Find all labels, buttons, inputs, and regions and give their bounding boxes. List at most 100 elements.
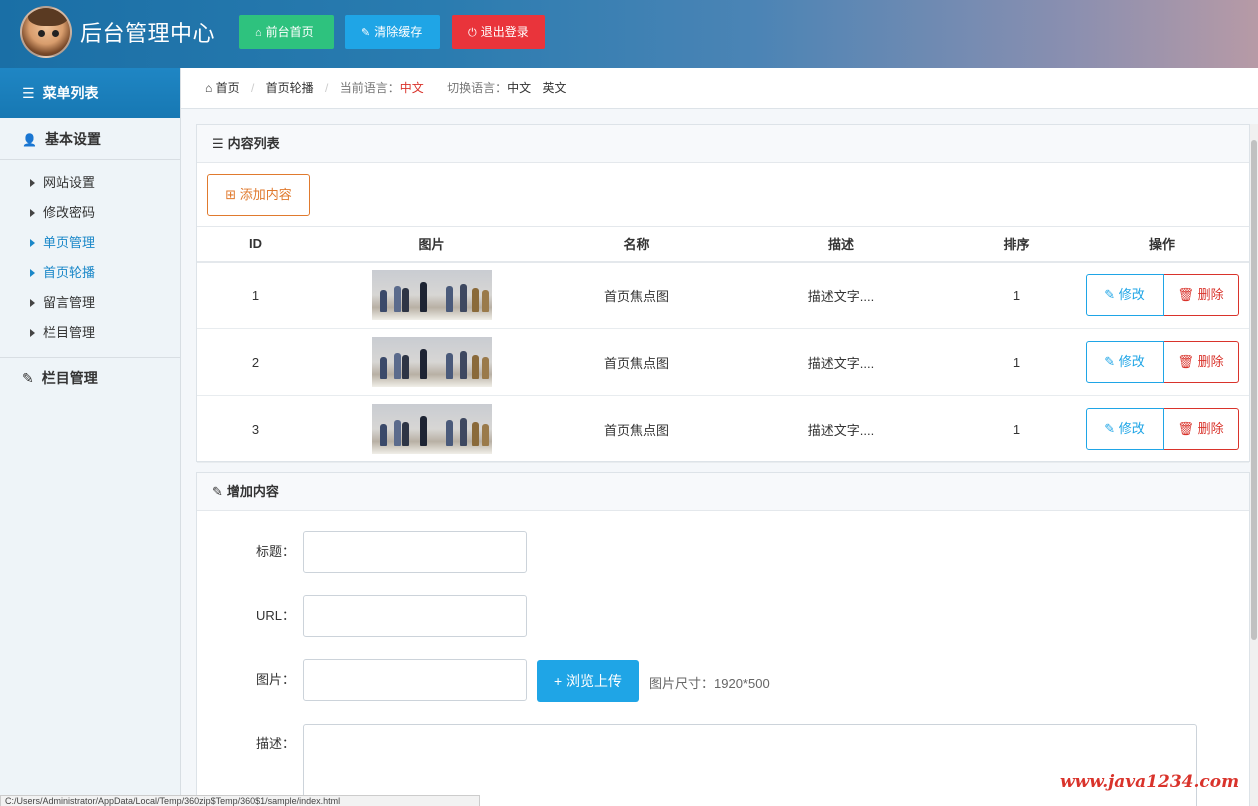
edit-icon: ✎ (22, 370, 34, 386)
trash-icon: 🗑 (1177, 354, 1194, 369)
thumbnail-figure (393, 286, 401, 313)
browser-status-bar: C:/Users/Administrator/AppData/Local/Tem… (0, 795, 480, 806)
title-label: 标题： (255, 544, 295, 559)
switch-language-label: 切换语言： (447, 81, 508, 95)
url-label: URL： (255, 608, 295, 623)
sidebar-sublist: 网站设置 修改密码 单页管理 首页轮播 留言管理 栏目管理 (0, 160, 180, 358)
edit-button[interactable]: ✎ 修改 (1085, 408, 1164, 450)
caret-right-icon (30, 208, 35, 217)
edit-button[interactable]: ✎ 修改 (1085, 274, 1164, 317)
delete-button[interactable]: 🗑 删除 (1163, 274, 1239, 317)
carousel-thumbnail[interactable] (371, 404, 492, 454)
plus-square-icon: ⊞ (225, 187, 237, 202)
delete-button[interactable]: 🗑 删除 (1163, 341, 1239, 383)
edit-button[interactable]: ✎ 修改 (1085, 341, 1164, 383)
thumbnail-figure (401, 422, 409, 446)
thumbnail-figure (393, 353, 401, 379)
add-content-button[interactable]: ⊞ 添加内容 (207, 174, 310, 216)
breadcrumb-current[interactable]: 首页轮播 (266, 81, 314, 95)
carousel-thumbnail[interactable] (371, 270, 492, 321)
thumbnail-figure (459, 351, 467, 379)
sidebar-item-messages[interactable]: 留言管理 (0, 288, 180, 318)
caret-right-icon (30, 178, 35, 187)
thumbnail-figure (459, 284, 467, 313)
home-icon: ⌂ (255, 27, 262, 39)
user-icon: 👤 (22, 133, 37, 147)
description-textarea[interactable] (303, 724, 1197, 806)
column-header-id: ID (197, 226, 314, 263)
scrollbar-thumb[interactable] (1251, 140, 1257, 640)
sidebar-item-columns[interactable]: 栏目管理 (0, 318, 180, 348)
breadcrumb-home[interactable]: 首页 (216, 81, 240, 95)
edit-icon: ✎ (1104, 354, 1116, 369)
edit-icon: ✎ (1104, 287, 1116, 303)
url-input[interactable] (303, 595, 527, 637)
table-row: 1 首页焦点图 描述文字.... 1 ✎ 修改 🗑 删除 (197, 261, 1249, 329)
current-language-label: 当前语言： (339, 81, 400, 95)
logout-button[interactable]: ⏻ 退出登录 (452, 15, 545, 49)
thumbnail-figure (393, 420, 401, 446)
delete-button[interactable]: 🗑 删除 (1163, 408, 1239, 450)
column-header-sort: 排序 (958, 226, 1075, 263)
image-path-input[interactable] (303, 659, 527, 701)
table-row: 2 首页焦点图 描述文字.... 1 ✎ 修改 🗑 删除 (197, 328, 1249, 396)
content-list-title: ☰ 内容列表 (197, 125, 1249, 163)
power-icon: ⏻ (468, 27, 477, 39)
thumbnail-figure (379, 424, 387, 446)
cell-sort: 1 (958, 261, 1075, 329)
thumbnail-figure (419, 416, 427, 446)
list-icon: ☰ (22, 85, 35, 101)
thumbnail-figure (471, 422, 479, 446)
sidebar-item-change-password[interactable]: 修改密码 (0, 198, 180, 228)
thumbnail-figure (401, 355, 409, 379)
cell-id: 1 (197, 261, 314, 329)
desc-label: 描述： (255, 736, 295, 751)
current-language-value: 中文 (399, 81, 424, 95)
carousel-thumbnail[interactable] (371, 337, 492, 387)
thumbnail-figure (471, 355, 479, 379)
column-header-desc: 描述 (724, 226, 958, 263)
edit-icon: ✎ (1104, 421, 1116, 436)
thumbnail-figure (419, 349, 427, 379)
sidebar-item-site-settings[interactable]: 网站设置 (0, 168, 180, 198)
thumbnail-figure (379, 357, 387, 379)
cell-name: 首页焦点图 (549, 328, 724, 396)
wrench-icon: ✎ (361, 27, 371, 39)
cell-desc: 描述文字.... (724, 395, 958, 463)
column-header-image: 图片 (314, 226, 549, 263)
cell-sort: 1 (958, 395, 1075, 463)
sidebar-item-single-page[interactable]: 单页管理 (0, 228, 180, 258)
thumbnail-figure (459, 418, 467, 446)
trash-icon: 🗑 (1177, 421, 1194, 436)
cell-id: 3 (197, 395, 314, 463)
page-scrollbar[interactable] (1250, 124, 1258, 806)
thumbnail-figure (481, 290, 489, 313)
switch-lang-en-link[interactable]: 英文 (542, 81, 566, 95)
trash-icon: 🗑 (1177, 287, 1194, 303)
browse-upload-button[interactable]: + 浏览上传 (537, 660, 639, 702)
cell-desc: 描述文字.... (724, 328, 958, 396)
sidebar-section-column[interactable]: ✎ 栏目管理 (0, 358, 180, 398)
caret-right-icon (30, 268, 35, 277)
column-header-name: 名称 (549, 226, 724, 263)
frontend-home-button[interactable]: ⌂ 前台首页 (239, 15, 334, 49)
app-title: 后台管理中心 (80, 22, 216, 47)
switch-lang-zh-link[interactable]: 中文 (507, 81, 531, 95)
add-content-panel: ✎ 增加内容 标题： URL： 图片： + 浏览上传 图片尺寸：1920*500 … (196, 472, 1250, 806)
sidebar-item-home-carousel[interactable]: 首页轮播 (0, 258, 180, 288)
thumbnail-figure (481, 357, 489, 379)
thumbnail-figure (471, 288, 479, 313)
sidebar-section-basic[interactable]: 👤 基本设置 (0, 118, 180, 160)
cell-desc: 描述文字.... (724, 261, 958, 329)
title-input[interactable] (303, 531, 527, 573)
home-icon: ⌂ (205, 81, 213, 95)
list-icon: ☰ (212, 136, 224, 151)
image-label: 图片： (255, 672, 295, 687)
table-row: 3 首页焦点图 描述文字.... 1 ✎ 修改 🗑 删除 (197, 395, 1249, 463)
thumbnail-figure (445, 286, 453, 313)
thumbnail-figure (401, 288, 409, 313)
clear-cache-button[interactable]: ✎ 清除缓存 (345, 15, 440, 49)
cell-sort: 1 (958, 328, 1075, 396)
content-table: ID 图片 名称 描述 排序 操作 1 首页焦点图 描述文字.... 1 ✎ 修… (197, 226, 1249, 463)
watermark: www.java1234.com (1060, 772, 1240, 792)
